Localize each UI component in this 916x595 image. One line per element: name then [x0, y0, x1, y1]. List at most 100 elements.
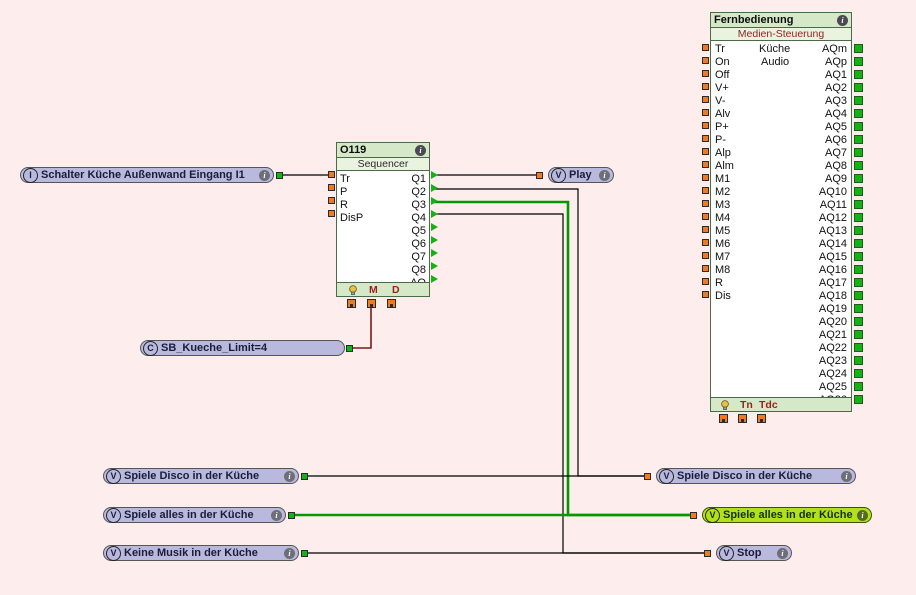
conn-remote-in-m3[interactable]	[702, 200, 709, 207]
info-icon[interactable]: i	[857, 509, 868, 521]
conn-out-input-switch[interactable]	[276, 172, 283, 179]
conn-remote-in-pplus[interactable]	[702, 122, 709, 129]
io-block-var-keine-musik[interactable]: V Keine Musik in der Küche i	[103, 545, 299, 561]
conn-seq-out-q6[interactable]	[431, 236, 438, 244]
conn-seq-in-tr[interactable]	[328, 171, 335, 178]
conn-seq-in-p[interactable]	[328, 184, 335, 191]
conn-remote-out-aq18[interactable]	[854, 291, 863, 300]
diagram-canvas[interactable]: O119 i Sequencer Tr P R DisP Q1 Q2 Q3 Q4…	[0, 0, 916, 595]
io-block-var-alles-source[interactable]: V Spiele alles in der Küche i	[103, 507, 286, 523]
conn-remote-out-aq19[interactable]	[854, 304, 863, 313]
conn-remote-in-dis[interactable]	[702, 291, 709, 298]
info-icon[interactable]: i	[841, 470, 852, 482]
io-block-input-switch[interactable]: I Schalter Küche Außenwand Eingang I1 i	[20, 167, 274, 183]
conn-seq-out-q2[interactable]	[431, 184, 438, 192]
info-icon[interactable]: i	[259, 169, 270, 181]
conn-remote-out-aq26[interactable]	[854, 395, 863, 404]
pin-remote-bulb[interactable]	[719, 414, 728, 423]
io-block-var-alles-dest[interactable]: V Spiele alles in der Küche i	[702, 507, 872, 523]
conn-out-var-disco-source[interactable]	[301, 473, 308, 480]
conn-remote-out-aq25[interactable]	[854, 382, 863, 391]
io-block-var-disco-dest[interactable]: V Spiele Disco in der Küche i	[656, 468, 856, 484]
conn-remote-in-tr[interactable]	[702, 44, 709, 51]
conn-seq-in-r[interactable]	[328, 197, 335, 204]
conn-seq-out-q8[interactable]	[431, 262, 438, 270]
conn-out-var-keine-musik[interactable]	[301, 550, 308, 557]
conn-remote-out-aq1[interactable]	[854, 70, 863, 79]
conn-remote-in-m6[interactable]	[702, 239, 709, 246]
conn-seq-in-disp[interactable]	[328, 210, 335, 217]
conn-seq-out-q4[interactable]	[431, 210, 438, 218]
conn-remote-out-aq10[interactable]	[854, 187, 863, 196]
conn-remote-out-aqm[interactable]	[854, 44, 863, 53]
conn-seq-out-q1[interactable]	[431, 171, 438, 179]
pin-sequencer-d[interactable]	[387, 299, 396, 308]
io-block-var-disco-source[interactable]: V Spiele Disco in der Küche i	[103, 468, 299, 484]
conn-in-var-stop[interactable]	[704, 550, 711, 557]
info-icon[interactable]: i	[415, 144, 426, 156]
function-block-sequencer[interactable]: O119 i Sequencer Tr P R DisP Q1 Q2 Q3 Q4…	[336, 142, 430, 297]
conn-out-var-alles-source[interactable]	[288, 512, 295, 519]
conn-in-var-alles-dest[interactable]	[690, 512, 697, 519]
conn-remote-out-aq17[interactable]	[854, 278, 863, 287]
conn-remote-in-alm[interactable]	[702, 161, 709, 168]
pin-sequencer-bulb[interactable]	[347, 299, 356, 308]
conn-remote-in-m5[interactable]	[702, 226, 709, 233]
port-in-pplus: P+	[715, 121, 729, 133]
conn-remote-out-aq2[interactable]	[854, 83, 863, 92]
io-block-constant-limit[interactable]: C SB_Kueche_Limit=4	[140, 340, 345, 356]
io-block-var-play[interactable]: V Play i	[548, 167, 614, 183]
io-block-var-stop[interactable]: V Stop i	[716, 545, 792, 561]
info-icon[interactable]: i	[284, 547, 295, 559]
info-icon[interactable]: i	[271, 509, 282, 521]
conn-remote-in-m1[interactable]	[702, 174, 709, 181]
conn-remote-out-aq4[interactable]	[854, 109, 863, 118]
conn-remote-in-on[interactable]	[702, 57, 709, 64]
info-icon[interactable]: i	[599, 169, 610, 181]
conn-remote-out-aq11[interactable]	[854, 200, 863, 209]
conn-remote-out-aq8[interactable]	[854, 161, 863, 170]
conn-remote-out-aq24[interactable]	[854, 369, 863, 378]
conn-remote-out-aq12[interactable]	[854, 213, 863, 222]
conn-remote-in-m4[interactable]	[702, 213, 709, 220]
conn-out-constant-limit[interactable]	[346, 345, 353, 352]
conn-in-var-play[interactable]	[536, 172, 543, 179]
conn-seq-out-q3[interactable]	[431, 197, 438, 205]
conn-remote-in-off[interactable]	[702, 70, 709, 77]
conn-remote-in-vminus[interactable]	[702, 96, 709, 103]
conn-remote-out-aq21[interactable]	[854, 330, 863, 339]
conn-remote-out-aq15[interactable]	[854, 252, 863, 261]
conn-seq-out-q5[interactable]	[431, 223, 438, 231]
conn-remote-out-aq22[interactable]	[854, 343, 863, 352]
conn-remote-out-aq6[interactable]	[854, 135, 863, 144]
conn-remote-out-aq13[interactable]	[854, 226, 863, 235]
conn-remote-in-vplus[interactable]	[702, 83, 709, 90]
info-icon[interactable]: i	[837, 14, 848, 26]
conn-remote-out-aq5[interactable]	[854, 122, 863, 131]
conn-remote-out-aq7[interactable]	[854, 148, 863, 157]
conn-remote-out-aq9[interactable]	[854, 174, 863, 183]
io-tag-icon: I	[23, 167, 38, 183]
conn-remote-in-alp[interactable]	[702, 148, 709, 155]
conn-remote-out-aq3[interactable]	[854, 96, 863, 105]
conn-remote-in-alv[interactable]	[702, 109, 709, 116]
conn-remote-in-m7[interactable]	[702, 252, 709, 259]
conn-remote-in-m2[interactable]	[702, 187, 709, 194]
conn-remote-out-aqp[interactable]	[854, 57, 863, 66]
conn-remote-in-r[interactable]	[702, 278, 709, 285]
conn-remote-out-aq14[interactable]	[854, 239, 863, 248]
conn-seq-out-aq[interactable]	[431, 275, 438, 283]
info-icon[interactable]: i	[777, 547, 788, 559]
pin-sequencer-m[interactable]	[367, 299, 376, 308]
conn-remote-out-aq16[interactable]	[854, 265, 863, 274]
conn-seq-out-q7[interactable]	[431, 249, 438, 257]
function-block-remote[interactable]: Fernbedienung i Medien-Steuerung Küche A…	[710, 12, 852, 412]
conn-remote-out-aq20[interactable]	[854, 317, 863, 326]
conn-remote-in-m8[interactable]	[702, 265, 709, 272]
conn-in-var-disco-dest[interactable]	[644, 473, 651, 480]
info-icon[interactable]: i	[284, 470, 295, 482]
pin-remote-tdc[interactable]	[757, 414, 766, 423]
conn-remote-out-aq23[interactable]	[854, 356, 863, 365]
conn-remote-in-pminus[interactable]	[702, 135, 709, 142]
pin-remote-tn[interactable]	[738, 414, 747, 423]
